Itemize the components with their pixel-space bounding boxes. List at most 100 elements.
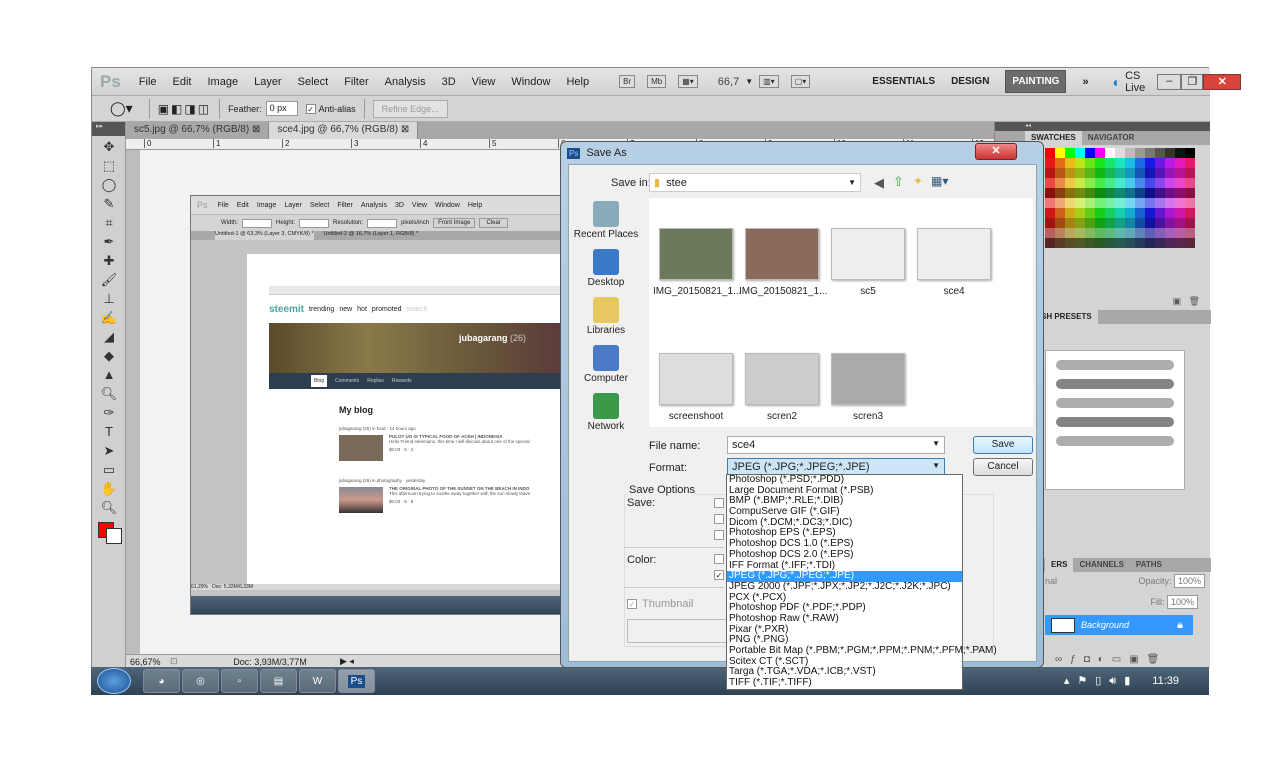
opacity-input[interactable]: 100% <box>1173 574 1205 588</box>
blend-mode-select[interactable]: nal <box>1045 576 1057 586</box>
swatch[interactable] <box>1175 178 1185 188</box>
tool-icon[interactable]: ✍ <box>100 310 118 326</box>
swatch[interactable] <box>1185 148 1195 158</box>
taskbar-word[interactable]: W <box>299 669 336 693</box>
swatch[interactable] <box>1135 148 1145 158</box>
format-option[interactable]: JPEG 2000 (*.JPF;*.JPX;*.JP2;*.J2C;*.J2K… <box>727 581 962 593</box>
view-menu-icon[interactable]: ▦▾ <box>931 174 948 188</box>
anti-alias-checkbox[interactable]: ✓ <box>305 103 316 114</box>
menu-image[interactable]: Image <box>208 76 239 88</box>
swatch[interactable] <box>1145 178 1155 188</box>
place-recent-places[interactable]: Recent Places <box>571 201 641 240</box>
file-list[interactable]: IMG_20150821_1... IMG_20150821_1... sc5 sce… <box>649 198 1033 427</box>
save-button[interactable]: Save <box>973 436 1033 454</box>
save-option-checkbox[interactable] <box>714 498 724 508</box>
swatch[interactable] <box>1115 148 1125 158</box>
swatch[interactable] <box>1165 168 1175 178</box>
swatch[interactable] <box>1105 228 1115 238</box>
swatch[interactable] <box>1175 218 1185 228</box>
swatch[interactable] <box>1185 208 1195 218</box>
swatch[interactable] <box>1085 208 1095 218</box>
workspace-painting[interactable]: PAINTING <box>1005 70 1067 93</box>
swatch[interactable] <box>1055 198 1065 208</box>
file-item[interactable]: sc5 <box>825 228 911 297</box>
tool-icon[interactable]: 🔍︎ <box>100 500 118 516</box>
swatch[interactable] <box>1145 238 1155 248</box>
workspace-design[interactable]: DESIGN <box>951 76 989 87</box>
tool-icon[interactable]: ⌗ <box>100 215 118 231</box>
tab-paths[interactable]: PATHS <box>1130 558 1168 572</box>
menu-layer[interactable]: Layer <box>254 76 282 88</box>
swatch[interactable] <box>1185 228 1195 238</box>
swatch[interactable] <box>1175 228 1185 238</box>
swatch[interactable] <box>1145 198 1155 208</box>
swatch[interactable] <box>1165 148 1175 158</box>
swatch[interactable] <box>1075 168 1085 178</box>
swatch[interactable] <box>1055 238 1065 248</box>
swatch[interactable] <box>1155 188 1165 198</box>
view-extras-button[interactable]: ▦▾ <box>678 75 698 88</box>
new-folder-icon[interactable]: ✦ <box>913 174 923 188</box>
brush-preset[interactable] <box>1056 398 1174 408</box>
swatch[interactable] <box>1065 238 1075 248</box>
file-item[interactable]: IMG_20150821_1... <box>653 228 741 297</box>
close-button[interactable]: ✕ <box>1203 73 1242 90</box>
tool-icon[interactable]: ⊥ <box>100 291 118 307</box>
swatch[interactable] <box>1095 148 1105 158</box>
swatch[interactable] <box>1125 198 1135 208</box>
swatch[interactable] <box>1105 188 1115 198</box>
swatch[interactable] <box>1085 228 1095 238</box>
swatch[interactable] <box>1135 238 1145 248</box>
swatch[interactable] <box>1045 168 1055 178</box>
swatch[interactable] <box>1115 188 1125 198</box>
close-tab-icon[interactable]: ⊠ <box>252 124 260 135</box>
tab-brush-presets[interactable]: SH PRESETS <box>1035 310 1098 324</box>
tool-icon[interactable]: ◯ <box>100 177 118 193</box>
swatch[interactable] <box>1075 208 1085 218</box>
swatch[interactable] <box>1095 188 1105 198</box>
more-workspaces-icon[interactable]: » <box>1082 76 1088 88</box>
menu-3d[interactable]: 3D <box>442 76 456 88</box>
tab-sc5[interactable]: sc5.jpg @ 66,7% (RGB/8) ⊠ <box>126 122 270 139</box>
swatch[interactable] <box>1135 198 1145 208</box>
swatch[interactable] <box>1175 158 1185 168</box>
swatch[interactable] <box>1165 188 1175 198</box>
save-option-checkbox[interactable] <box>714 514 724 524</box>
arrange-documents-button[interactable]: ▥▾ <box>759 75 779 88</box>
swatch[interactable] <box>1125 158 1135 168</box>
swatch[interactable] <box>1105 178 1115 188</box>
swatch[interactable] <box>1085 238 1095 248</box>
tool-icon[interactable]: ◆ <box>100 348 118 364</box>
swatch[interactable] <box>1125 228 1135 238</box>
swatch[interactable] <box>1085 168 1095 178</box>
swatch[interactable] <box>1065 168 1075 178</box>
file-item[interactable]: IMG_20150821_1... <box>739 228 827 297</box>
swatch[interactable] <box>1075 218 1085 228</box>
swatch[interactable] <box>1165 208 1175 218</box>
clock[interactable]: 11:39 <box>1152 675 1179 687</box>
swatch[interactable] <box>1125 218 1135 228</box>
swatch[interactable] <box>1125 188 1135 198</box>
swatch[interactable] <box>1115 208 1125 218</box>
swatch[interactable] <box>1045 178 1055 188</box>
tool-icon[interactable]: ▭ <box>100 462 118 478</box>
brush-presets-list[interactable] <box>1045 350 1185 490</box>
file-item[interactable]: screenshoot <box>653 353 739 422</box>
format-dropdown-list[interactable]: Photoshop (*.PSD;*.PDD) Large Document Fo… <box>726 474 997 690</box>
layer-name[interactable]: Background <box>1081 620 1177 630</box>
swatch[interactable] <box>1055 168 1065 178</box>
swatch[interactable] <box>1095 178 1105 188</box>
tool-icon[interactable]: ▲ <box>100 367 118 383</box>
swatch[interactable] <box>1155 148 1165 158</box>
swatch[interactable] <box>1115 158 1125 168</box>
swatch[interactable] <box>1045 238 1055 248</box>
status-zoom[interactable]: 66,67% <box>126 657 170 667</box>
swatch[interactable] <box>1185 188 1195 198</box>
swatch[interactable] <box>1085 218 1095 228</box>
swatch[interactable] <box>1065 158 1075 168</box>
swatch[interactable] <box>1175 188 1185 198</box>
swatch[interactable] <box>1165 218 1175 228</box>
swatch[interactable] <box>1085 158 1095 168</box>
swatch[interactable] <box>1185 198 1195 208</box>
swatch[interactable] <box>1075 158 1085 168</box>
